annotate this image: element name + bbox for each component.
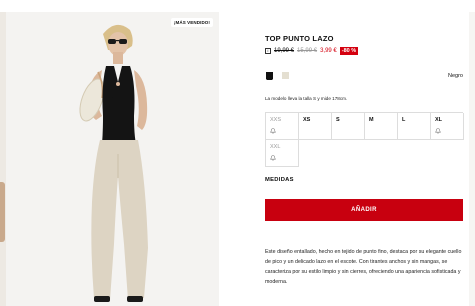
product-title: TOP PUNTO LAZO bbox=[265, 34, 334, 43]
size-option-l[interactable]: L bbox=[398, 113, 431, 140]
previous-price: 15,99 € bbox=[297, 48, 318, 54]
color-selector: Negro bbox=[265, 72, 463, 80]
price-row: i 19,99 € 15,99 € 3,99 € -80 % bbox=[265, 47, 463, 55]
color-swatch-black[interactable] bbox=[266, 72, 273, 79]
size-label: S bbox=[336, 117, 340, 123]
size-grid: XXS XS S M L XL XXL bbox=[265, 112, 464, 167]
current-price: 3,99 € bbox=[320, 48, 337, 54]
measures-link[interactable]: MEDIDAS bbox=[265, 177, 294, 183]
page-right-edge bbox=[469, 12, 475, 306]
previous-image-arm bbox=[0, 182, 5, 242]
original-price: 19,99 € bbox=[274, 48, 295, 54]
size-option-xxs[interactable]: XXS bbox=[266, 113, 299, 140]
product-image[interactable]: ¡MÁS VENDIDO! bbox=[6, 12, 219, 306]
notify-bell-icon bbox=[270, 128, 276, 134]
size-label: M bbox=[369, 117, 374, 123]
add-to-cart-button[interactable]: AÑADIR bbox=[265, 199, 463, 221]
size-option-xl[interactable]: XL bbox=[431, 113, 464, 140]
bestseller-badge: ¡MÁS VENDIDO! bbox=[170, 18, 213, 27]
size-label: L bbox=[402, 117, 406, 123]
info-icon[interactable]: i bbox=[265, 48, 271, 54]
color-swatch-cream[interactable] bbox=[282, 72, 289, 79]
size-label: XS bbox=[303, 117, 311, 123]
size-option-xs[interactable]: XS bbox=[299, 113, 332, 140]
notify-bell-icon bbox=[270, 155, 276, 161]
product-description: Este diseño entallado, hecho en tejido d… bbox=[265, 249, 462, 285]
discount-badge: -80 % bbox=[339, 47, 359, 55]
notify-bell-icon bbox=[435, 128, 441, 134]
selected-color-name: Negro bbox=[448, 73, 463, 79]
size-option-s[interactable]: S bbox=[332, 113, 365, 140]
product-info: TOP PUNTO LAZO i 19,99 € 15,99 € 3,99 € … bbox=[265, 34, 463, 55]
size-option-m[interactable]: M bbox=[365, 113, 398, 140]
size-option-xxl[interactable]: XXL bbox=[266, 140, 299, 167]
size-label: XXL bbox=[270, 144, 281, 150]
model-photo bbox=[6, 12, 219, 306]
size-label: XXS bbox=[270, 117, 282, 123]
size-label: XL bbox=[435, 117, 443, 123]
model-size-note: La modelo lleva la talla S y mide 178cm. bbox=[265, 96, 348, 101]
